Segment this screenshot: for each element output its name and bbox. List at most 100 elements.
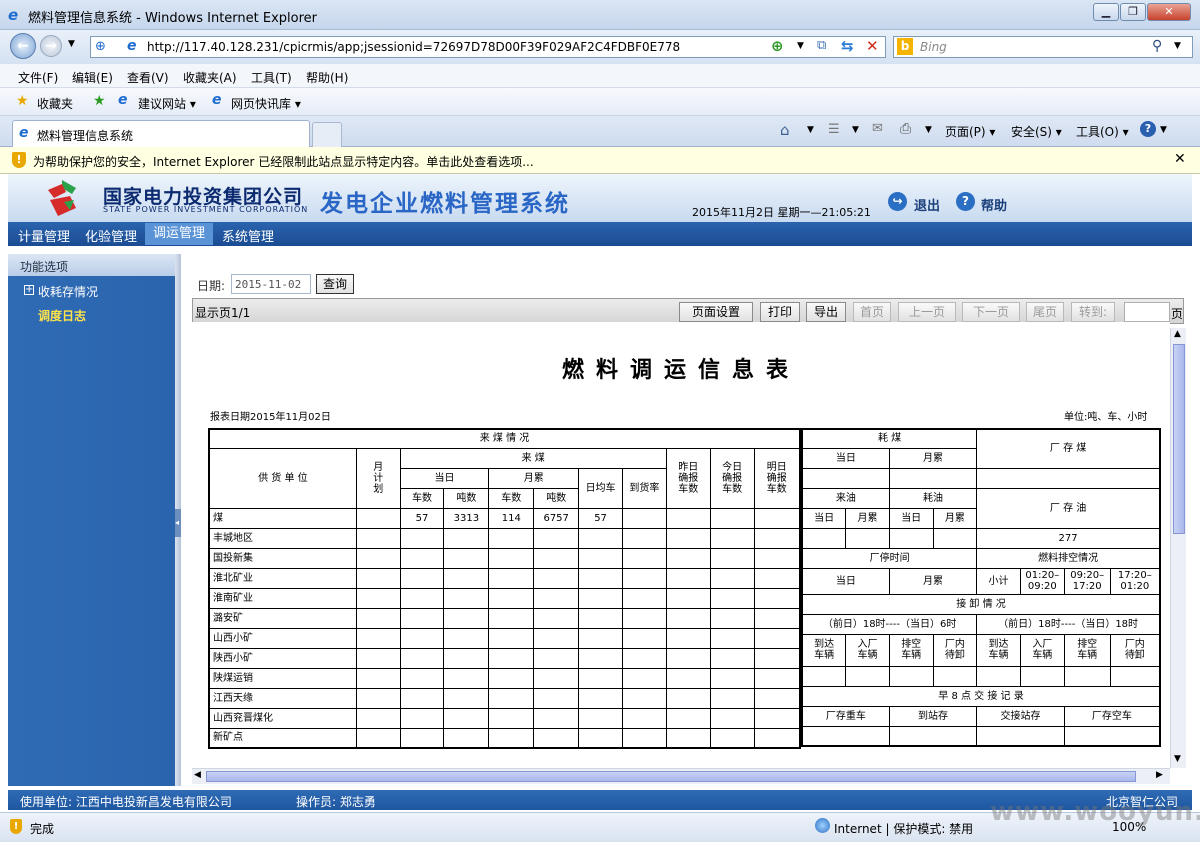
- menu-help[interactable]: 帮助(H): [306, 69, 348, 86]
- expand-icon[interactable]: +: [24, 285, 34, 295]
- address-bar[interactable]: ⊕ e http://117.40.128.231/cpicrmis/app;j…: [90, 36, 886, 58]
- logout-link[interactable]: 退出: [914, 195, 940, 214]
- hdr-emptied-2: 排空 车辆: [1063, 633, 1111, 667]
- information-bar[interactable]: ! 为帮助保护您的安全，Internet Explorer 已经限制此站点显示特…: [0, 147, 1200, 174]
- menu-favorites[interactable]: 收藏夹(A): [183, 69, 237, 86]
- hdr-arrived-1: 到达 车辆: [801, 633, 847, 667]
- favorites-button[interactable]: 收藏夹: [37, 95, 73, 112]
- refresh-icon[interactable]: ⇆: [841, 37, 854, 55]
- nav-system[interactable]: 系统管理: [222, 226, 274, 245]
- first-page-button[interactable]: 首页: [853, 302, 891, 322]
- history-dropdown-icon[interactable]: ▼: [68, 39, 75, 49]
- menu-tools[interactable]: 工具(T): [251, 69, 292, 86]
- supplier-name: 新矿点: [208, 727, 357, 749]
- report-vertical-scrollbar[interactable]: ▲ ▼: [1170, 328, 1186, 768]
- status-shield-icon: !: [10, 819, 22, 834]
- goto-page-input[interactable]: [1124, 302, 1170, 322]
- nav-dispatch[interactable]: 调运管理: [145, 223, 214, 245]
- infobar-text[interactable]: 为帮助保护您的安全，Internet Explorer 已经限制此站点显示特定内…: [33, 153, 534, 170]
- shield-icon: !: [12, 152, 26, 168]
- compat-view-icon[interactable]: ⊕: [95, 39, 106, 54]
- infobar-close-icon[interactable]: ✕: [1174, 151, 1186, 167]
- page-menu[interactable]: 页面(P) ▾: [945, 123, 995, 140]
- watermark: www.wooyun.org: [990, 797, 1200, 827]
- compatibility-icon[interactable]: ⧉: [817, 38, 826, 53]
- suggested-sites-link[interactable]: 建议网站 ▾: [138, 95, 196, 112]
- hdr-entered-2: 入厂 车辆: [1019, 633, 1065, 667]
- hdr-period-1: （前日）18时----（当日）6时: [801, 613, 978, 635]
- new-tab-button[interactable]: [312, 122, 342, 147]
- web-slice-link[interactable]: 网页快讯库 ▾: [231, 95, 301, 112]
- menu-edit[interactable]: 编辑(E): [72, 69, 113, 86]
- nav-assay[interactable]: 化验管理: [85, 226, 137, 245]
- print-button[interactable]: 打印: [760, 302, 800, 322]
- hdr-daily-avg: 日均车: [578, 467, 623, 509]
- hdr-tomorrow-confirmed: 明日 确报 车数: [753, 447, 801, 509]
- sidebar-item-dispatch-log[interactable]: 调度日志: [38, 307, 86, 324]
- hdr-yesterday-confirmed: 昨日 确报 车数: [665, 447, 711, 509]
- print-dropdown-icon[interactable]: ▼: [925, 125, 932, 135]
- print-icon[interactable]: ⎙: [900, 121, 911, 137]
- search-icon[interactable]: ⚲: [1152, 38, 1162, 54]
- feeds-icon[interactable]: ☰: [828, 122, 840, 137]
- nav-metering[interactable]: 计量管理: [18, 226, 70, 245]
- back-button[interactable]: ←: [10, 33, 36, 59]
- table-row: 江西天缘: [208, 687, 801, 709]
- query-button[interactable]: 查询: [316, 274, 354, 294]
- stop-icon[interactable]: ✕: [866, 37, 879, 55]
- hdr-shift-1: 01:20– 09:20: [1019, 567, 1065, 595]
- date-input[interactable]: [231, 274, 311, 294]
- scroll-left-icon[interactable]: ◀: [194, 770, 201, 780]
- home-dropdown-icon[interactable]: ▼: [807, 125, 814, 135]
- vertical-scroll-thumb[interactable]: [1173, 344, 1185, 534]
- report-horizontal-scrollbar[interactable]: ◀ ▶: [192, 768, 1170, 784]
- help-dropdown-icon[interactable]: ▼: [1160, 125, 1167, 135]
- sidebar-item-inventory[interactable]: 收耗存情况: [38, 283, 98, 300]
- hdr-coal-arrival: 来 煤 情 况: [208, 428, 801, 449]
- search-box[interactable]: b Bing ⚲ ▼: [893, 36, 1193, 58]
- tools-menu[interactable]: 工具(O) ▾: [1076, 123, 1129, 140]
- prev-page-button[interactable]: 上一页: [898, 302, 956, 322]
- supplier-name: 江西天缘: [208, 687, 357, 709]
- zone-text[interactable]: Internet | 保护模式: 禁用: [834, 820, 973, 837]
- hdr-at-station: 到站存: [888, 705, 978, 727]
- help-link[interactable]: 帮助: [981, 195, 1007, 214]
- export-button[interactable]: 导出: [806, 302, 846, 322]
- last-page-button[interactable]: 尾页: [1026, 302, 1064, 322]
- search-dropdown-icon[interactable]: ▼: [1174, 41, 1181, 51]
- forward-button[interactable]: →: [40, 35, 62, 57]
- page-setup-button[interactable]: 页面设置: [679, 302, 753, 322]
- scroll-down-icon[interactable]: ▼: [1174, 754, 1181, 764]
- table-row: 陕西小矿: [208, 647, 801, 669]
- goto-button[interactable]: 转到:: [1071, 302, 1115, 322]
- scroll-up-icon[interactable]: ▲: [1174, 329, 1181, 339]
- menu-view[interactable]: 查看(V): [127, 69, 169, 86]
- home-icon[interactable]: ⌂: [780, 121, 790, 139]
- addon-icon[interactable]: ⊕: [771, 37, 784, 55]
- hdr-arrival: 来 煤: [399, 447, 667, 469]
- horizontal-scroll-thumb[interactable]: [206, 771, 1136, 782]
- add-favorite-icon[interactable]: ★: [93, 93, 106, 109]
- report-title: 燃料调运信息表: [561, 357, 800, 383]
- safety-menu[interactable]: 安全(S) ▾: [1011, 123, 1062, 140]
- logout-icon[interactable]: ↪: [888, 192, 907, 211]
- close-window-button[interactable]: ✕: [1147, 3, 1191, 21]
- current-datetime: 2015年11月2日 星期一—21:05:21: [692, 206, 871, 219]
- url-text[interactable]: http://117.40.128.231/cpicrmis/app;jsess…: [147, 40, 680, 54]
- minimize-button[interactable]: ▁: [1093, 3, 1119, 21]
- tab-active[interactable]: e 燃料管理信息系统: [12, 120, 310, 147]
- supplier-name: 淮北矿业: [208, 567, 357, 589]
- help-circle-icon[interactable]: ?: [956, 192, 975, 211]
- feeds-dropdown-icon[interactable]: ▼: [852, 125, 859, 135]
- help-icon[interactable]: ?: [1140, 121, 1156, 137]
- tab-ie-icon: e: [19, 125, 29, 141]
- company-logo-icon: [48, 180, 76, 216]
- mail-icon[interactable]: ✉: [872, 121, 883, 136]
- maximize-button[interactable]: ❐: [1120, 3, 1146, 21]
- next-page-button[interactable]: 下一页: [962, 302, 1020, 322]
- menu-file[interactable]: 文件(F): [18, 69, 58, 86]
- app-header: 国家电力投资集团公司 STATE POWER INVESTMENT CORPOR…: [8, 174, 1192, 222]
- scroll-right-icon[interactable]: ▶: [1156, 770, 1163, 780]
- hdr-month-cars: 车数: [488, 487, 535, 509]
- url-dropdown-icon[interactable]: ▼: [797, 41, 804, 51]
